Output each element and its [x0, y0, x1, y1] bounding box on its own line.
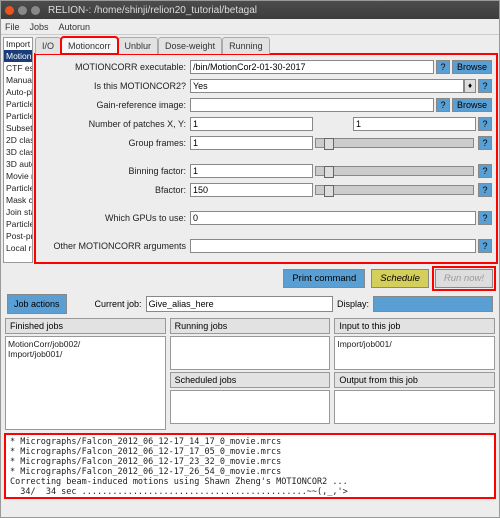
sidebar-item-subset-selection[interactable]: Subset selection — [4, 122, 32, 134]
sidebar-item-local-res[interactable]: Local resolution — [4, 242, 32, 254]
sidebar-item-postprocess[interactable]: Post-processing — [4, 230, 32, 242]
run-now-button[interactable]: Run now! — [435, 269, 493, 288]
bin-label: Binning factor: — [40, 166, 190, 176]
help-icon[interactable]: ? — [478, 79, 492, 93]
help-icon[interactable]: ? — [478, 117, 492, 131]
bin-slider[interactable] — [315, 166, 474, 176]
help-icon[interactable]: ? — [478, 239, 492, 253]
gpu-label: Which GPUs to use: — [40, 213, 190, 223]
exe-input[interactable] — [190, 60, 434, 74]
sidebar-item-auto-picking[interactable]: Auto-picking — [4, 86, 32, 98]
bfac-slider[interactable] — [315, 185, 474, 195]
scheduled-jobs-label: Scheduled jobs — [170, 372, 331, 388]
schedule-button[interactable]: Schedule — [371, 269, 429, 288]
group-label: Group frames: — [40, 138, 190, 148]
menu-jobs[interactable]: Jobs — [30, 22, 49, 32]
content-area: Import Motion correction CTF estimation … — [1, 35, 499, 265]
sidebar-item-2d-class[interactable]: 2D classification — [4, 134, 32, 146]
finished-jobs-list[interactable]: MotionCorr/job002/ Import/job001/ — [5, 336, 166, 430]
tab-running[interactable]: Running — [222, 37, 270, 54]
patches-label: Number of patches X, Y: — [40, 119, 190, 129]
help-icon[interactable]: ? — [478, 164, 492, 178]
maximize-icon[interactable] — [31, 6, 40, 15]
log-output: * Micrographs/Falcon_2012_06_12-17_14_17… — [5, 434, 495, 498]
tab-unblur[interactable]: Unblur — [118, 37, 159, 54]
app-window: RELION-: /home/shinji/relion20_tutorial/… — [0, 0, 500, 518]
output-jobs-list[interactable] — [334, 390, 495, 424]
display-select[interactable] — [373, 296, 493, 312]
group-slider[interactable] — [315, 138, 474, 148]
is-mc2-label: Is this MOTIONCOR2? — [40, 81, 190, 91]
chevron-updown-icon[interactable]: ♦ — [464, 79, 476, 93]
gpu-input[interactable] — [190, 211, 476, 225]
is-mc2-input[interactable] — [190, 79, 464, 93]
job-type-sidebar: Import Motion correction CTF estimation … — [3, 37, 33, 263]
running-jobs-label: Running jobs — [170, 318, 331, 334]
help-icon[interactable]: ? — [478, 183, 492, 197]
gain-label: Gain-reference image: — [40, 100, 190, 110]
tab-bar: I/O Motioncorr Unblur Dose-weight Runnin… — [35, 37, 497, 54]
sidebar-item-particle-extraction[interactable]: Particle extraction — [4, 98, 32, 110]
browse-gain-button[interactable]: Browse — [452, 98, 492, 112]
tab-motioncorr[interactable]: Motioncorr — [61, 37, 118, 54]
browse-exe-button[interactable]: Browse — [452, 60, 492, 74]
alias-input[interactable] — [146, 296, 333, 312]
sidebar-item-3d-class[interactable]: 3D classification — [4, 146, 32, 158]
tab-doseweight[interactable]: Dose-weight — [158, 37, 222, 54]
sidebar-item-particle-sorting[interactable]: Particle sorting — [4, 110, 32, 122]
main-panel: I/O Motioncorr Unblur Dose-weight Runnin… — [35, 37, 497, 263]
output-jobs-label: Output from this job — [334, 372, 495, 388]
sidebar-item-mask[interactable]: Mask creation — [4, 194, 32, 206]
sidebar-item-join-star[interactable]: Join star files — [4, 206, 32, 218]
sidebar-item-particle-subtract[interactable]: Particle subtraction — [4, 218, 32, 230]
finished-jobs-label: Finished jobs — [5, 318, 166, 334]
sidebar-item-particle-polish[interactable]: Particle polishing — [4, 182, 32, 194]
exe-label: MOTIONCORR executable: — [40, 62, 190, 72]
close-icon[interactable] — [5, 6, 14, 15]
job-panels: Finished jobs MotionCorr/job002/ Import/… — [1, 316, 499, 432]
other-label: Other MOTIONCORR arguments — [40, 241, 190, 251]
help-icon[interactable]: ? — [478, 136, 492, 150]
gain-input[interactable] — [190, 98, 434, 112]
menu-autorun[interactable]: Autorun — [59, 22, 91, 32]
patches-y-input[interactable] — [353, 117, 476, 131]
current-job-label: Current job: — [95, 299, 142, 309]
sidebar-item-movie-refine[interactable]: Movie refinement — [4, 170, 32, 182]
bfac-input[interactable] — [190, 183, 313, 197]
print-command-button[interactable]: Print command — [283, 269, 365, 288]
sidebar-item-motion-correction[interactable]: Motion correction — [4, 50, 32, 62]
group-input[interactable] — [190, 136, 313, 150]
scheduled-jobs-list[interactable] — [170, 390, 331, 424]
sidebar-item-manual-picking[interactable]: Manual picking — [4, 74, 32, 86]
window-title: RELION-: /home/shinji/relion20_tutorial/… — [48, 5, 257, 16]
job-actions-button[interactable]: Job actions — [7, 294, 67, 314]
action-row: Print command Schedule Run now! — [1, 265, 499, 292]
help-icon[interactable]: ? — [436, 98, 450, 112]
help-icon[interactable]: ? — [478, 211, 492, 225]
bin-input[interactable] — [190, 164, 313, 178]
running-jobs-list[interactable] — [170, 336, 331, 370]
display-label: Display: — [337, 299, 369, 309]
menu-file[interactable]: File — [5, 22, 20, 32]
input-jobs-label: Input to this job — [334, 318, 495, 334]
sidebar-item-ctf[interactable]: CTF estimation — [4, 62, 32, 74]
minimize-icon[interactable] — [18, 6, 27, 15]
menubar: File Jobs Autorun — [1, 19, 499, 35]
job-control-row: Job actions Current job: Display: — [1, 292, 499, 316]
help-icon[interactable]: ? — [436, 60, 450, 74]
sidebar-item-import[interactable]: Import — [4, 38, 32, 50]
patches-x-input[interactable] — [190, 117, 313, 131]
input-jobs-list[interactable]: Import/job001/ — [334, 336, 495, 370]
bfac-label: Bfactor: — [40, 185, 190, 195]
window-controls — [5, 6, 40, 15]
other-input[interactable] — [190, 239, 476, 253]
tab-io[interactable]: I/O — [35, 37, 61, 54]
sidebar-item-3d-refine[interactable]: 3D auto-refine — [4, 158, 32, 170]
titlebar: RELION-: /home/shinji/relion20_tutorial/… — [1, 1, 499, 19]
form-motioncorr: MOTIONCORR executable: ? Browse Is this … — [35, 54, 497, 263]
